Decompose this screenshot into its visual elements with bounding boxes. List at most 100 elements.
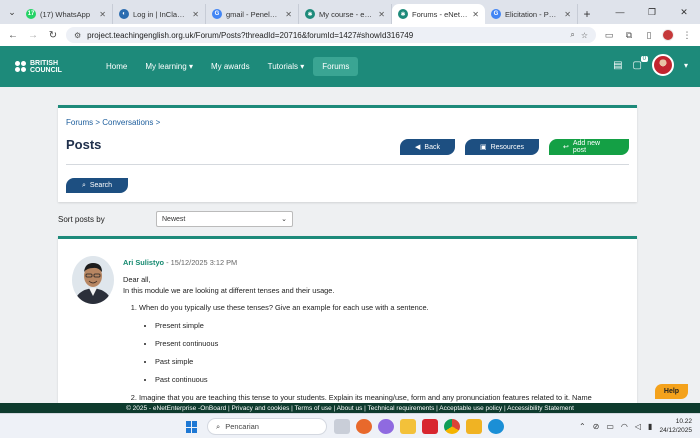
tab-title: Log in | InClass.British bbox=[133, 9, 188, 19]
sidebar-icon[interactable]: ▯ bbox=[642, 30, 656, 41]
add-post-label: Add new post bbox=[572, 140, 601, 154]
tab-close-icon[interactable]: ✕ bbox=[378, 10, 385, 19]
site-footer[interactable]: © 2025 - eNetEnterprise -OnBoard | Priva… bbox=[0, 403, 700, 413]
firefox-icon[interactable] bbox=[356, 419, 372, 434]
resources-button[interactable]: ▣ Resources bbox=[465, 139, 539, 155]
browser-tab-elicitation[interactable]: G Elicitation - Penelusur ✕ bbox=[485, 4, 578, 24]
battery-icon[interactable]: ▮ bbox=[648, 422, 652, 431]
cast-icon[interactable]: ▭ bbox=[602, 30, 616, 41]
chrome-icon[interactable] bbox=[444, 419, 460, 434]
browser-tab-whatsapp[interactable]: 17 (17) WhatsApp ✕ bbox=[20, 4, 113, 24]
messages-icon[interactable]: ▢ 0 bbox=[633, 55, 648, 71]
windows-start-icon[interactable] bbox=[186, 421, 198, 433]
browser-tab-strip: ⌄ 17 (17) WhatsApp ✕ ◐ Log in | InClass.… bbox=[0, 0, 700, 24]
back-button[interactable]: ◀ Back bbox=[400, 139, 455, 155]
wifi-icon[interactable]: ◠ bbox=[621, 422, 628, 431]
chevron-up-icon[interactable]: ⌃ bbox=[579, 422, 586, 431]
wps-icon[interactable] bbox=[422, 419, 438, 434]
search-icon: ⌕ bbox=[81, 181, 86, 189]
main-nav: Home My learning ▾ My awards Tutorials ▾… bbox=[97, 57, 359, 76]
tab-title: (17) WhatsApp bbox=[40, 9, 91, 19]
logo-text-line2: COUNCIL bbox=[30, 66, 62, 74]
sort-selected-value: Newest bbox=[162, 215, 186, 223]
tab-close-icon[interactable]: ✕ bbox=[564, 10, 571, 19]
taskbar-apps bbox=[334, 419, 504, 434]
tense-item: Past simple bbox=[155, 356, 627, 367]
tab-title: Elicitation - Penelusur bbox=[505, 9, 561, 19]
enet-icon: ✱ bbox=[398, 9, 408, 19]
google-icon: G bbox=[212, 9, 222, 19]
bookmark-star-icon[interactable]: ☆ bbox=[581, 31, 588, 40]
taskbar-search[interactable]: ⌕ Pencarian bbox=[207, 418, 327, 435]
action-buttons: ◀ Back ▣ Resources ↩ Add new post bbox=[400, 139, 629, 155]
speaker-icon[interactable]: ◁ bbox=[635, 422, 641, 431]
post-author[interactable]: Ari Sulistyo bbox=[123, 258, 164, 267]
image-icon: ▣ bbox=[479, 144, 487, 151]
browser-tab-gmail-search[interactable]: G gmail - Penelusuran ✕ bbox=[206, 4, 299, 24]
nav-my-awards[interactable]: My awards bbox=[202, 57, 259, 76]
tab-close-icon[interactable]: ✕ bbox=[285, 10, 292, 19]
tab-close-icon[interactable]: ✕ bbox=[99, 10, 106, 19]
site-info-icon[interactable]: ⚙ bbox=[74, 31, 81, 40]
search-button[interactable]: ⌕ Search bbox=[66, 178, 128, 193]
back-label: Back bbox=[424, 143, 440, 151]
file-explorer-icon[interactable] bbox=[400, 419, 416, 434]
close-window-icon[interactable]: ✕ bbox=[668, 0, 700, 24]
breadcrumb[interactable]: Forums > Conversations > bbox=[66, 118, 160, 127]
profile-avatar[interactable] bbox=[662, 29, 674, 41]
tab-close-icon[interactable]: ✕ bbox=[472, 10, 479, 19]
post-greeting: Dear all, bbox=[123, 275, 151, 284]
nav-my-learning[interactable]: My learning ▾ bbox=[136, 57, 202, 76]
new-tab-plus-icon[interactable]: + bbox=[578, 4, 596, 24]
nav-tutorials-label: Tutorials bbox=[267, 62, 299, 71]
monitor-icon[interactable]: ▭ bbox=[606, 422, 614, 431]
browser-menu-icon[interactable]: ⋮ bbox=[680, 30, 694, 41]
task-view-icon[interactable] bbox=[334, 419, 350, 434]
whatsapp-icon: 17 bbox=[26, 9, 36, 19]
question-list: When do you typically use these tenses? … bbox=[139, 302, 627, 403]
user-avatar[interactable] bbox=[651, 54, 674, 76]
back-arrow-icon[interactable]: ← bbox=[6, 30, 20, 41]
sort-select[interactable]: Newest ⌄ bbox=[156, 211, 293, 227]
divider bbox=[66, 164, 629, 165]
zoom-icon[interactable]: ⌕ bbox=[570, 30, 574, 40]
browser-tab-inclass[interactable]: ◐ Log in | InClass.British ✕ bbox=[113, 4, 206, 24]
tab-title: Forums - eNetEnterp bbox=[412, 9, 468, 19]
author-avatar bbox=[72, 256, 114, 304]
restore-icon[interactable]: ❐ bbox=[636, 0, 668, 24]
caret-down-icon: ▾ bbox=[188, 62, 193, 71]
nav-forums[interactable]: Forums bbox=[313, 57, 359, 76]
date-text: 24/12/2025 bbox=[659, 427, 692, 434]
app-icon[interactable] bbox=[466, 419, 482, 434]
british-council-logo[interactable]: BRITISH COUNCIL bbox=[15, 60, 85, 74]
nav-tutorials[interactable]: Tutorials ▾ bbox=[259, 57, 314, 76]
tab-search-icon[interactable]: ⌄ bbox=[4, 0, 20, 24]
clock[interactable]: 10.22 24/12/2025 bbox=[659, 417, 692, 435]
reload-icon[interactable]: ↻ bbox=[46, 30, 60, 41]
browser-tab-my-course[interactable]: ✱ My course - eNetEnt ✕ bbox=[299, 4, 392, 24]
nav-home[interactable]: Home bbox=[97, 57, 136, 76]
address-bar[interactable]: ⚙ project.teachingenglish.org.uk/Forum/P… bbox=[66, 27, 596, 43]
tense-item: Past continuous bbox=[155, 374, 627, 385]
forward-arrow-icon[interactable]: → bbox=[26, 30, 40, 41]
header-actions: ▤ ▢ 0 ▾ bbox=[613, 54, 688, 76]
help-button[interactable]: Help bbox=[655, 384, 688, 399]
copilot-icon[interactable] bbox=[378, 419, 394, 434]
minimize-icon[interactable]: — bbox=[604, 0, 636, 24]
post-intro: In this module we are looking at differe… bbox=[123, 286, 335, 295]
news-icon[interactable]: ▤ bbox=[613, 60, 622, 71]
tense-item: Present simple bbox=[155, 320, 627, 331]
post-body: Ari Sulistyo - 15/12/2025 3:12 PM Dear a… bbox=[123, 257, 627, 406]
search-icon: ⌕ bbox=[216, 421, 221, 431]
edge-icon[interactable] bbox=[488, 419, 504, 434]
notification-off-icon[interactable]: ⊘ bbox=[593, 422, 600, 431]
browser-tab-forums[interactable]: ✱ Forums - eNetEnterp ✕ bbox=[392, 4, 485, 24]
question-2: Imagine that you are teaching this tense… bbox=[139, 393, 592, 402]
tab-title: gmail - Penelusuran bbox=[226, 9, 282, 19]
add-new-post-button[interactable]: ↩ Add new post bbox=[549, 139, 629, 155]
user-menu-caret-icon[interactable]: ▾ bbox=[684, 61, 688, 70]
windows-taskbar: ⌕ Pencarian ⌃ ⊘ ▭ ◠ ◁ ▮ 10.22 24/12/2025 bbox=[0, 413, 700, 438]
tab-close-icon[interactable]: ✕ bbox=[192, 10, 199, 19]
extensions-icon[interactable]: ⧉ bbox=[622, 30, 636, 41]
window-controls: — ❐ ✕ bbox=[604, 0, 700, 24]
